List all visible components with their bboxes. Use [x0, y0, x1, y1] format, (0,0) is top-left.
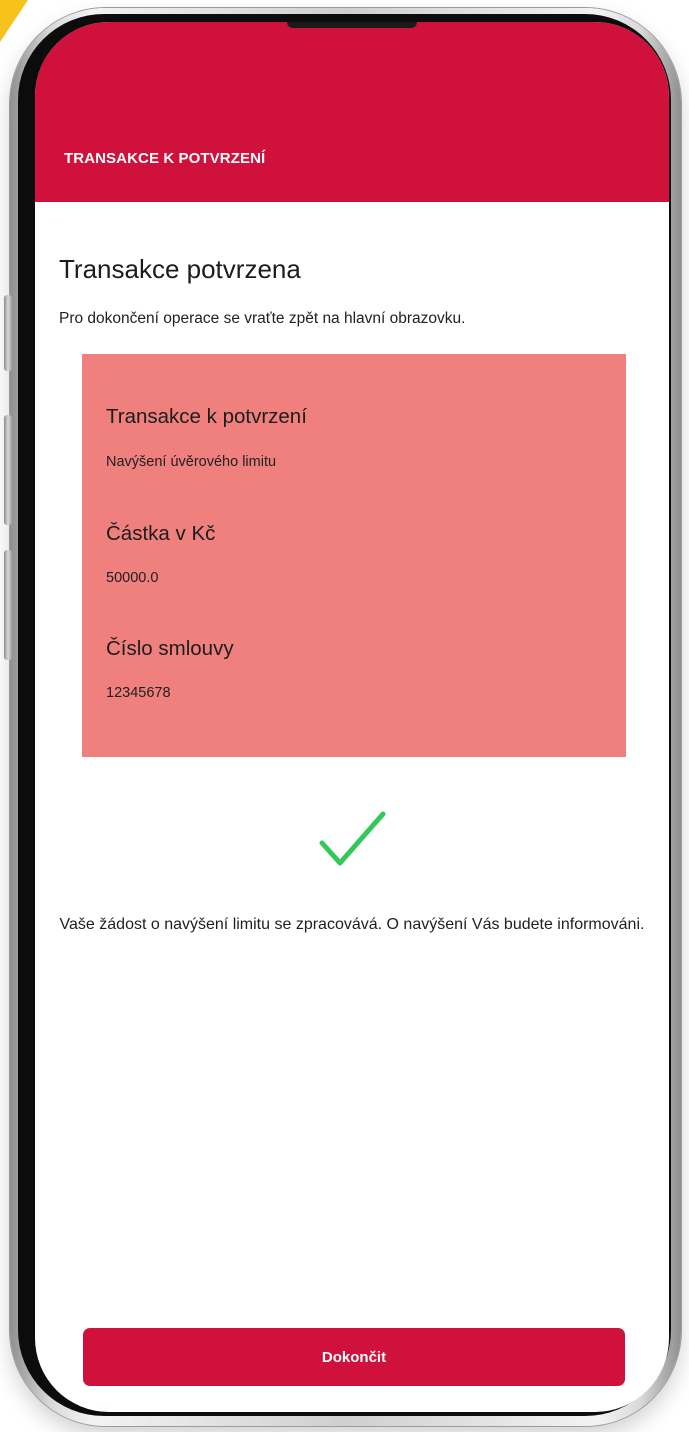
card-value-contract: 12345678	[106, 685, 171, 701]
corner-accent	[0, 0, 28, 42]
card-heading-amount: Částka v Kč	[106, 522, 216, 545]
page-title: Transakce potvrzena	[59, 254, 301, 284]
camera-notch	[287, 22, 417, 28]
app-header: TRANSAKCE K POTVRZENÍ	[35, 22, 669, 202]
side-button-volume-down	[4, 550, 12, 660]
phone-screen: TRANSAKCE K POTVRZENÍ Transakce potvrzen…	[35, 22, 669, 1412]
card-value-amount: 50000.0	[106, 570, 159, 586]
check-icon	[318, 810, 388, 870]
card-heading-contract: Číslo smlouvy	[106, 637, 234, 660]
transaction-card: Transakce k potvrzení Navýšení úvěrového…	[82, 354, 626, 757]
screenshot-stage: TRANSAKCE K POTVRZENÍ Transakce potvrzen…	[0, 0, 689, 1432]
card-value-transaction: Navýšení úvěrového limitu	[106, 454, 277, 470]
finish-button[interactable]: Dokončit	[83, 1328, 625, 1386]
status-message: Vaše žádost o navýšení limitu se zpracov…	[59, 916, 645, 933]
page-subtitle: Pro dokončení operace se vraťte zpět na …	[59, 310, 466, 327]
side-button-volume-up	[4, 415, 12, 525]
side-button-silent	[4, 295, 12, 371]
header-title: TRANSAKCE K POTVRZENÍ	[64, 150, 266, 167]
card-heading-transaction: Transakce k potvrzení	[106, 405, 307, 428]
